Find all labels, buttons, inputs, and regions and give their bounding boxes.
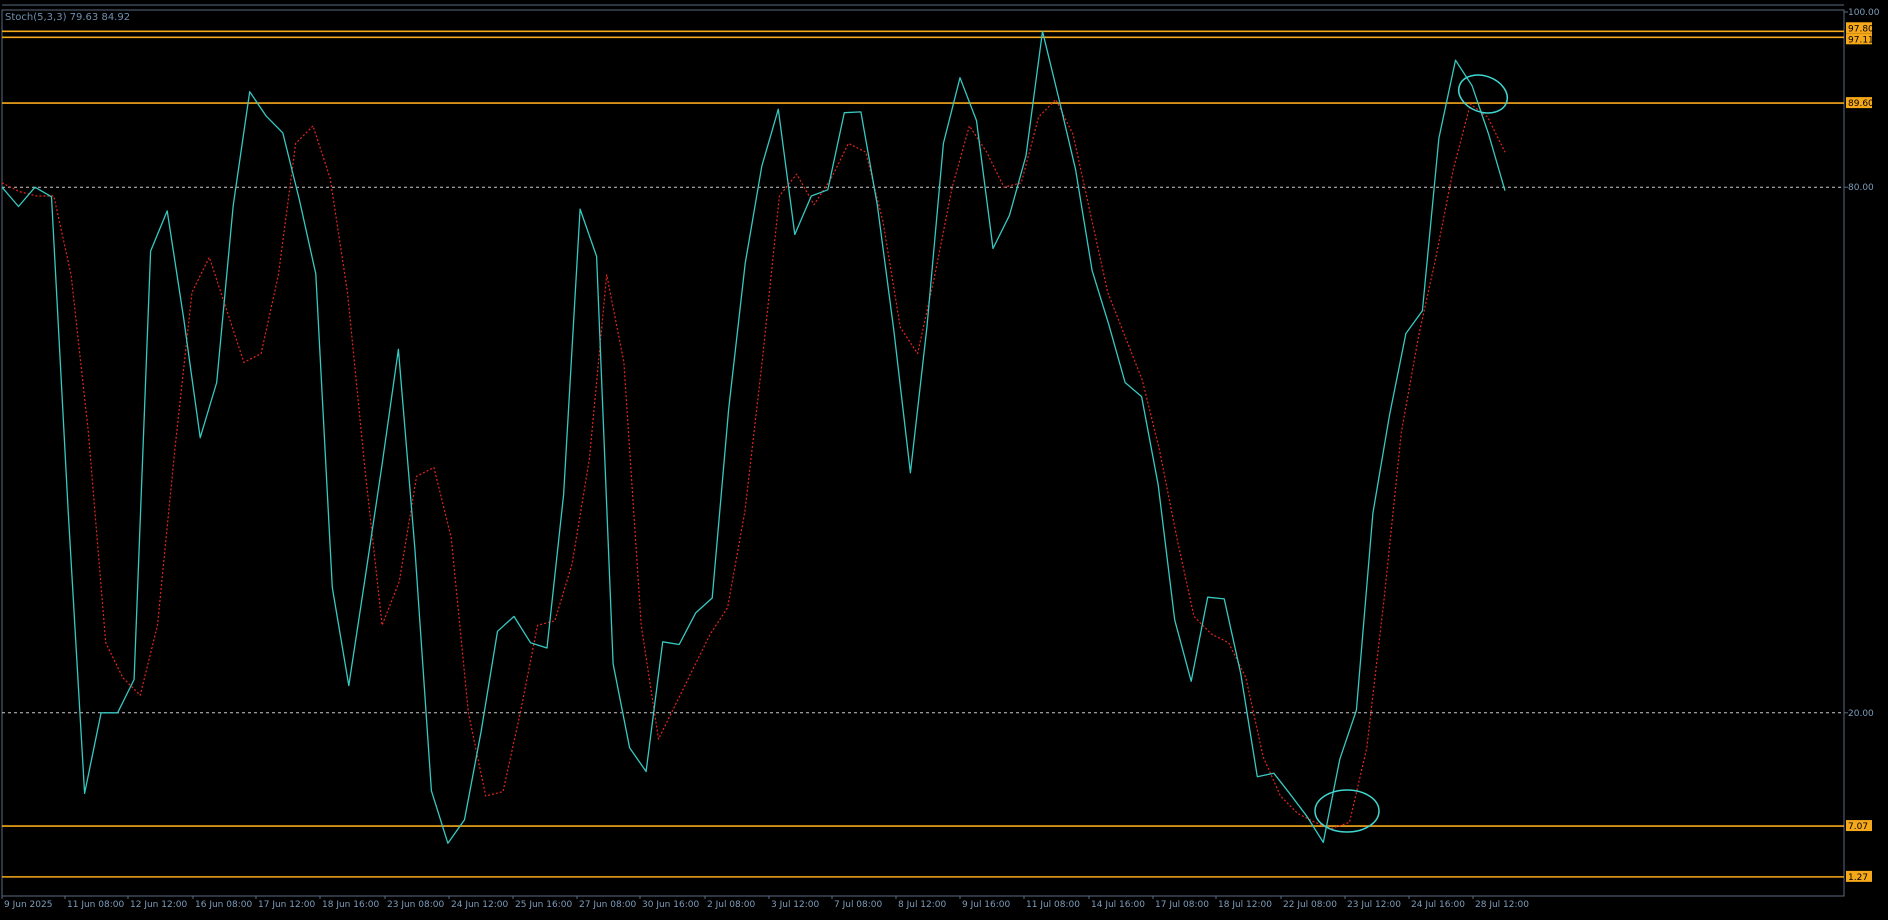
x-tick-label: 11 Jun 08:00 [67, 900, 124, 910]
x-tick-label: 24 Jul 16:00 [1411, 900, 1465, 910]
level-price-label: 97.11 [1848, 35, 1874, 45]
chart-window: 100.00 80.00 20.00 97.80 97.11 89.60 7.07 1.27 … [0, 0, 1888, 915]
x-tick-label: 25 Jun 16:00 [515, 900, 572, 910]
series-line-signal [1, 98, 1506, 830]
x-tick-label: 23 Jul 12:00 [1347, 900, 1401, 910]
level-price-label: 1.27 [1848, 873, 1868, 883]
x-tick-label: 23 Jun 08:00 [387, 900, 444, 910]
x-tick-label: 24 Jun 12:00 [451, 900, 508, 910]
x-tick-label: 14 Jul 16:00 [1091, 900, 1145, 910]
series-line-main [1, 30, 1506, 844]
x-tick-label: 28 Jul 12:00 [1475, 900, 1529, 910]
x-tick-label: 8 Jul 12:00 [898, 900, 947, 910]
plot-frame [1, 9, 1845, 897]
indicator-title: Stoch(5,3,3) 79.63 84.92 [5, 12, 130, 23]
level-price-label: 97.80 [1848, 24, 1874, 34]
level-price-label: 89.60 [1848, 99, 1874, 109]
x-tick-label: 9 Jul 16:00 [962, 900, 1011, 910]
x-tick-label: 18 Jun 16:00 [322, 900, 379, 910]
x-tick-label: 7 Jul 08:00 [834, 900, 883, 910]
x-tick-label: 2 Jul 08:00 [707, 900, 756, 910]
stochastic-chart: 100.0080.0020.0097.8097.1189.607.071.27 … [1, 4, 1880, 910]
x-tick-label: 17 Jul 08:00 [1155, 900, 1209, 910]
x-tick-label: 30 Jun 16:00 [642, 900, 699, 910]
y-tick-label: 100.00 [1848, 8, 1880, 18]
y-tick-label: 20.00 [1848, 709, 1874, 719]
annotation-ellipse-top [1457, 74, 1509, 114]
level-price-label: 7.07 [1848, 822, 1868, 832]
x-tick-label: 16 Jun 08:00 [195, 900, 252, 910]
x-tick-label: 27 Jun 08:00 [579, 900, 636, 910]
x-tick-label: 9 Jun 2025 [4, 900, 52, 910]
x-tick-label: 3 Jul 12:00 [771, 900, 820, 910]
x-tick-label: 22 Jul 08:00 [1283, 900, 1337, 910]
x-tick-label: 18 Jul 12:00 [1218, 900, 1272, 910]
y-tick-label: 80.00 [1848, 183, 1874, 193]
x-tick-label: 12 Jun 12:00 [130, 900, 187, 910]
x-tick-label: 11 Jul 08:00 [1026, 900, 1080, 910]
x-tick-label: 17 Jun 12:00 [258, 900, 315, 910]
